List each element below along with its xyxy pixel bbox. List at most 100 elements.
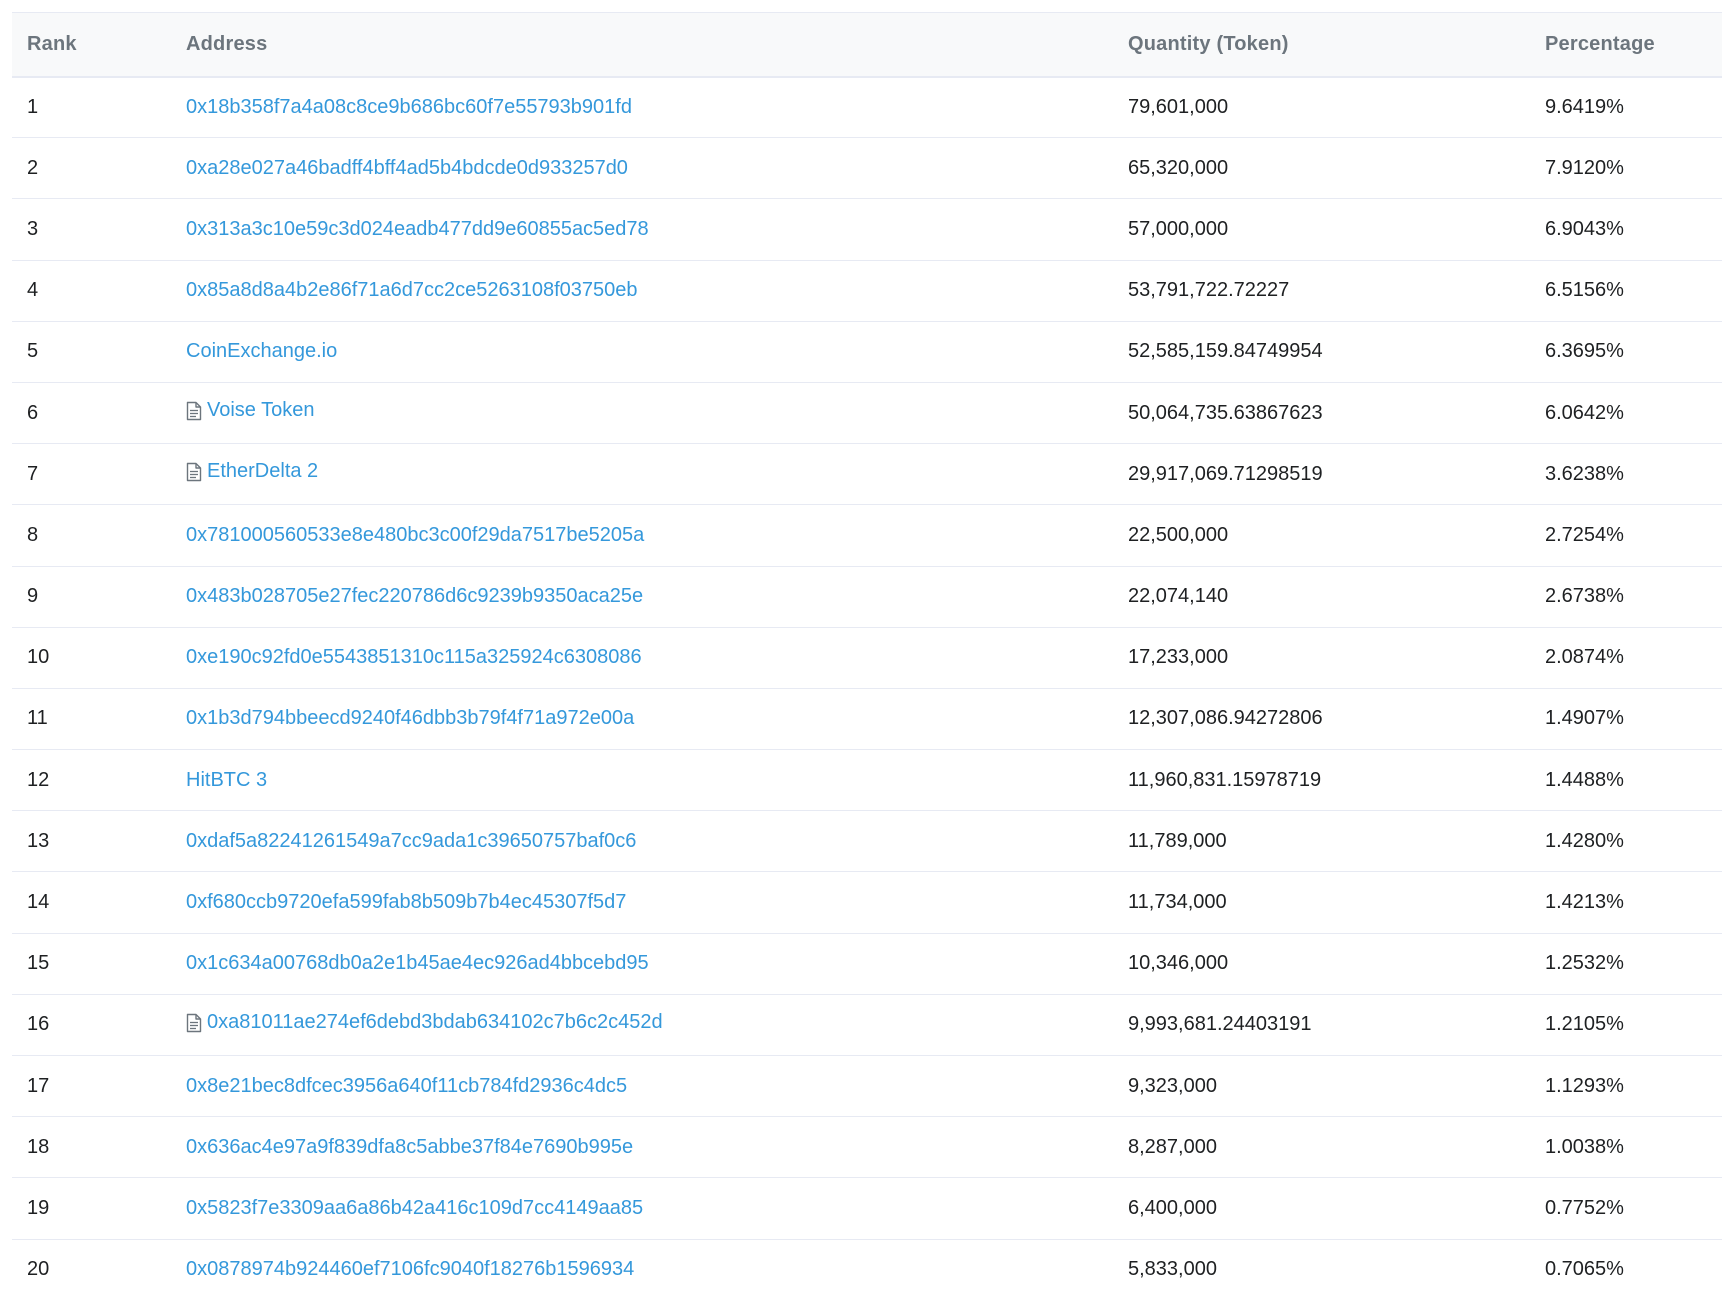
- holder-address-link[interactable]: EtherDelta 2: [186, 460, 318, 483]
- quantity-cell: 50,064,735.63867623: [1113, 382, 1530, 443]
- holder-address-link[interactable]: 0xe190c92fd0e5543851310c115a325924c63080…: [186, 646, 642, 669]
- token-holders-panel: Rank Address Quantity (Token) Percentage…: [12, 12, 1722, 1300]
- table-row: 130xdaf5a82241261549a7cc9ada1c39650757ba…: [12, 811, 1722, 872]
- table-row: 190x5823f7e3309aa6a86b42a416c109d7cc4149…: [12, 1178, 1722, 1239]
- address-cell: 0x636ac4e97a9f839dfa8c5abbe37f84e7690b99…: [171, 1117, 1113, 1178]
- holder-address-link[interactable]: Voise Token: [186, 399, 315, 422]
- holder-address-link[interactable]: 0xdaf5a82241261549a7cc9ada1c39650757baf0…: [186, 830, 636, 853]
- holder-address-link[interactable]: 0x1b3d794bbeecd9240f46dbb3b79f4f71a972e0…: [186, 707, 634, 730]
- rank-cell: 15: [12, 933, 171, 994]
- holder-address-label: EtherDelta 2: [207, 460, 318, 483]
- rank-cell: 18: [12, 1117, 171, 1178]
- holder-address-label: 0x1b3d794bbeecd9240f46dbb3b79f4f71a972e0…: [186, 707, 634, 730]
- address-cell: 0xe190c92fd0e5543851310c115a325924c63080…: [171, 627, 1113, 688]
- quantity-cell: 53,791,722.72227: [1113, 260, 1530, 321]
- rank-cell: 10: [12, 627, 171, 688]
- holder-address-link[interactable]: CoinExchange.io: [186, 340, 337, 363]
- holder-address-link[interactable]: 0xa28e027a46badff4bff4ad5b4bdcde0d933257…: [186, 157, 628, 180]
- rank-cell: 20: [12, 1239, 171, 1300]
- table-row: 7EtherDelta 229,917,069.712985193.6238%: [12, 444, 1722, 505]
- holder-address-link[interactable]: 0x18b358f7a4a08c8ce9b686bc60f7e55793b901…: [186, 96, 632, 119]
- holder-address-link[interactable]: 0x8e21bec8dfcec3956a640f11cb784fd2936c4d…: [186, 1075, 627, 1098]
- holder-address-link[interactable]: 0xa81011ae274ef6debd3bdab634102c7b6c2c45…: [186, 1011, 663, 1034]
- quantity-cell: 9,323,000: [1113, 1056, 1530, 1117]
- holder-address-link[interactable]: 0x0878974b924460ef7106fc9040f18276b15969…: [186, 1258, 634, 1281]
- address-cell: Voise Token: [171, 382, 1113, 443]
- holder-address-link[interactable]: HitBTC 3: [186, 769, 267, 792]
- holder-address-label: 0xe190c92fd0e5543851310c115a325924c63080…: [186, 646, 642, 669]
- table-row: 3 0x313a3c10e59c3d024eadb477dd9e60855ac5e…: [12, 199, 1722, 260]
- percentage-cell: 3.6238%: [1530, 444, 1722, 505]
- table-body: 10x18b358f7a4a08c8ce9b686bc60f7e55793b90…: [12, 77, 1722, 1300]
- percentage-cell: 2.0874%: [1530, 627, 1722, 688]
- quantity-cell: 6,400,000: [1113, 1178, 1530, 1239]
- holder-address-label: 0x5823f7e3309aa6a86b42a416c109d7cc4149aa…: [186, 1197, 643, 1220]
- address-cell: 0x18b358f7a4a08c8ce9b686bc60f7e55793b901…: [171, 77, 1113, 138]
- rank-cell: 12: [12, 750, 171, 811]
- holder-address-label: 0x636ac4e97a9f839dfa8c5abbe37f84e7690b99…: [186, 1136, 633, 1159]
- rank-cell: 16: [12, 994, 171, 1055]
- address-cell: 0x8e21bec8dfcec3956a640f11cb784fd2936c4d…: [171, 1056, 1113, 1117]
- column-header-address: Address: [171, 13, 1113, 77]
- table-row: 11 0x1b3d794bbeecd9240f46dbb3b79f4f71a972…: [12, 688, 1722, 749]
- table-header-row: Rank Address Quantity (Token) Percentage: [12, 13, 1722, 77]
- holder-address-link[interactable]: 0x781000560533e8e480bc3c00f29da7517be520…: [186, 524, 644, 547]
- column-header-percentage: Percentage: [1530, 13, 1722, 77]
- holder-address-link[interactable]: 0xf680ccb9720efa599fab8b509b7b4ec45307f5…: [186, 891, 626, 914]
- table-row: 20xa28e027a46badff4bff4ad5b4bdcde0d93325…: [12, 138, 1722, 199]
- holder-address-label: 0xdaf5a82241261549a7cc9ada1c39650757baf0…: [186, 830, 636, 853]
- quantity-cell: 8,287,000: [1113, 1117, 1530, 1178]
- holder-address-link[interactable]: 0x85a8d8a4b2e86f71a6d7cc2ce5263108f03750…: [186, 279, 638, 302]
- address-cell: CoinExchange.io: [171, 321, 1113, 382]
- holder-address-label: 0x313a3c10e59c3d024eadb477dd9e60855ac5ed…: [186, 218, 649, 241]
- column-header-quantity: Quantity (Token): [1113, 13, 1530, 77]
- holder-address-label: 0xf680ccb9720efa599fab8b509b7b4ec45307f5…: [186, 891, 626, 914]
- table-row: 10x18b358f7a4a08c8ce9b686bc60f7e55793b90…: [12, 77, 1722, 138]
- address-cell: 0xf680ccb9720efa599fab8b509b7b4ec45307f5…: [171, 872, 1113, 933]
- quantity-cell: 79,601,000: [1113, 77, 1530, 138]
- rank-cell: 7: [12, 444, 171, 505]
- holder-address-label: HitBTC 3: [186, 769, 267, 792]
- quantity-cell: 5,833,000: [1113, 1239, 1530, 1300]
- quantity-cell: 17,233,000: [1113, 627, 1530, 688]
- holder-address-link[interactable]: 0x5823f7e3309aa6a86b42a416c109d7cc4149aa…: [186, 1197, 643, 1220]
- holder-address-link[interactable]: 0x483b028705e27fec220786d6c9239b9350aca2…: [186, 585, 643, 608]
- table-row: 90x483b028705e27fec220786d6c9239b9350aca…: [12, 566, 1722, 627]
- token-holders-table: Rank Address Quantity (Token) Percentage…: [12, 12, 1722, 1300]
- rank-cell: 14: [12, 872, 171, 933]
- quantity-cell: 11,734,000: [1113, 872, 1530, 933]
- percentage-cell: 6.9043%: [1530, 199, 1722, 260]
- table-row: 20 0x0878974b924460ef7106fc9040f18276b159…: [12, 1239, 1722, 1300]
- holder-address-label: 0x85a8d8a4b2e86f71a6d7cc2ce5263108f03750…: [186, 279, 638, 302]
- percentage-cell: 6.3695%: [1530, 321, 1722, 382]
- percentage-cell: 1.2105%: [1530, 994, 1722, 1055]
- percentage-cell: 7.9120%: [1530, 138, 1722, 199]
- table-row: 18 0x636ac4e97a9f839dfa8c5abbe37f84e7690b…: [12, 1117, 1722, 1178]
- address-cell: 0x1b3d794bbeecd9240f46dbb3b79f4f71a972e0…: [171, 688, 1113, 749]
- address-cell: 0x0878974b924460ef7106fc9040f18276b15969…: [171, 1239, 1113, 1300]
- percentage-cell: 6.5156%: [1530, 260, 1722, 321]
- holder-address-label: 0xa81011ae274ef6debd3bdab634102c7b6c2c45…: [207, 1011, 663, 1034]
- holder-address-link[interactable]: 0x636ac4e97a9f839dfa8c5abbe37f84e7690b99…: [186, 1136, 633, 1159]
- column-header-rank: Rank: [12, 13, 171, 77]
- address-cell: 0xa28e027a46badff4bff4ad5b4bdcde0d933257…: [171, 138, 1113, 199]
- holder-address-label: 0x8e21bec8dfcec3956a640f11cb784fd2936c4d…: [186, 1075, 627, 1098]
- table-row: 4 0x85a8d8a4b2e86f71a6d7cc2ce5263108f0375…: [12, 260, 1722, 321]
- address-cell: 0x313a3c10e59c3d024eadb477dd9e60855ac5ed…: [171, 199, 1113, 260]
- rank-cell: 17: [12, 1056, 171, 1117]
- rank-cell: 3: [12, 199, 171, 260]
- address-cell: 0xa81011ae274ef6debd3bdab634102c7b6c2c45…: [171, 994, 1113, 1055]
- address-cell: 0xdaf5a82241261549a7cc9ada1c39650757baf0…: [171, 811, 1113, 872]
- percentage-cell: 1.0038%: [1530, 1117, 1722, 1178]
- holder-address-link[interactable]: 0x313a3c10e59c3d024eadb477dd9e60855ac5ed…: [186, 218, 649, 241]
- rank-cell: 4: [12, 260, 171, 321]
- table-row: 14 0xf680ccb9720efa599fab8b509b7b4ec45307…: [12, 872, 1722, 933]
- address-cell: 0x85a8d8a4b2e86f71a6d7cc2ce5263108f03750…: [171, 260, 1113, 321]
- rank-cell: 8: [12, 505, 171, 566]
- holder-address-link[interactable]: 0x1c634a00768db0a2e1b45ae4ec926ad4bbcebd…: [186, 952, 649, 975]
- address-cell: EtherDelta 2: [171, 444, 1113, 505]
- percentage-cell: 2.6738%: [1530, 566, 1722, 627]
- rank-cell: 11: [12, 688, 171, 749]
- percentage-cell: 1.4280%: [1530, 811, 1722, 872]
- quantity-cell: 11,960,831.15978719: [1113, 750, 1530, 811]
